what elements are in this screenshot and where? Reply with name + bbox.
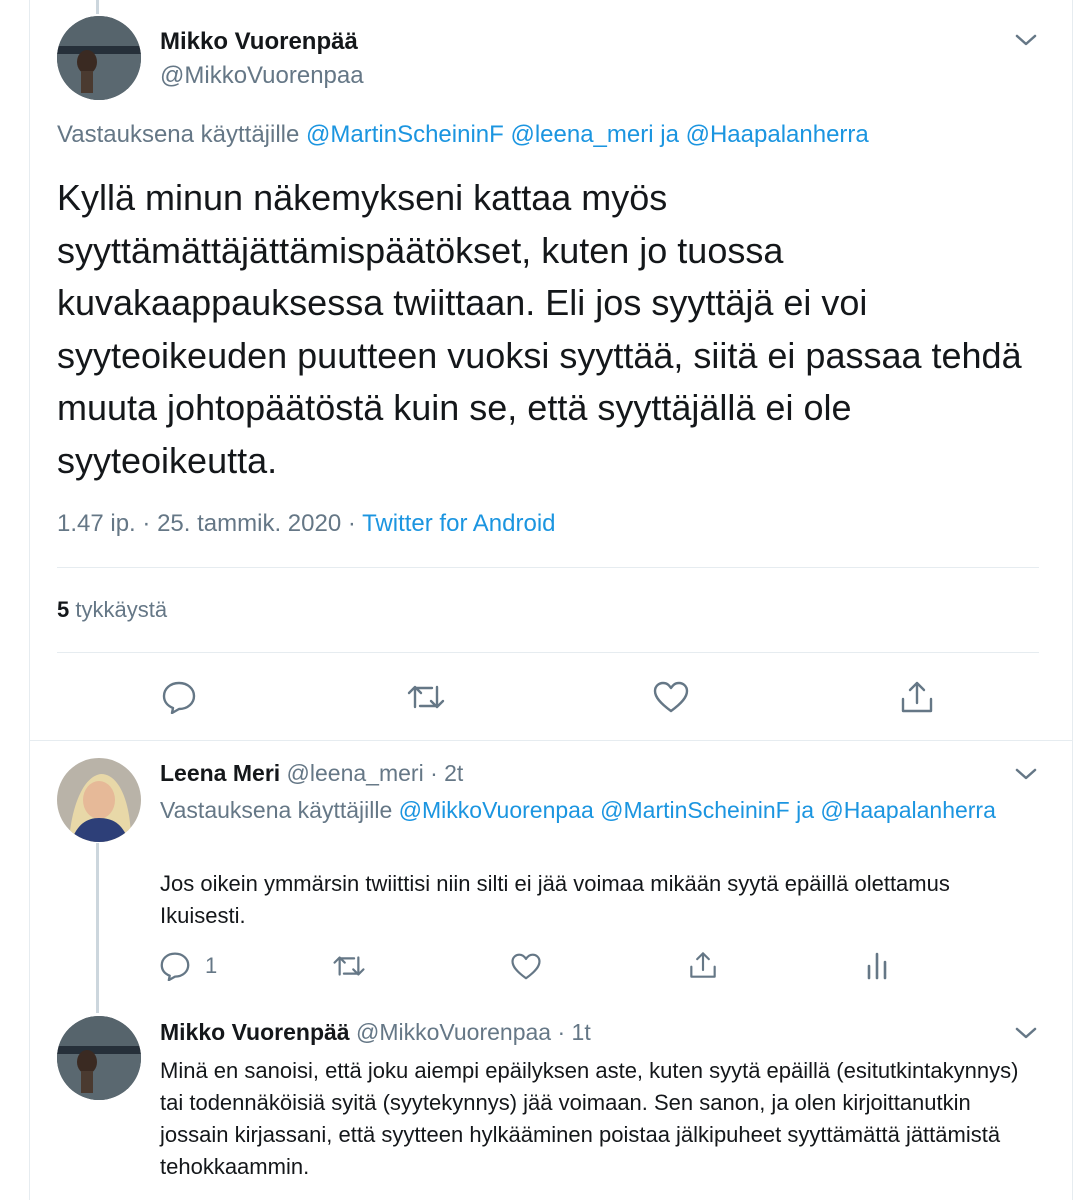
reply-context: Vastauksena käyttäjille @MikkoVuorenpaa … (160, 793, 1020, 828)
avatar[interactable] (57, 1016, 141, 1100)
author-name[interactable]: Mikko Vuorenpää (160, 28, 358, 56)
author-name[interactable]: Leena Meri (160, 760, 280, 786)
chevron-down-icon[interactable] (1013, 1023, 1039, 1043)
mention-link[interactable]: @Haapalanherra (686, 121, 869, 148)
reply-icon[interactable] (159, 951, 191, 981)
mention-link[interactable]: @leena_meri (510, 121, 653, 148)
left-column-border (29, 0, 30, 1200)
mention-link[interactable]: @MartinScheininF (600, 797, 790, 823)
author-name[interactable]: Mikko Vuorenpää (160, 1019, 350, 1045)
reply-prefix: Vastauksena käyttäjille (160, 797, 393, 823)
reply-icon[interactable] (161, 680, 197, 714)
thread-line-top (96, 0, 99, 14)
tweet-meta: 1.47 ip. · 25. tammik. 2020 · Twitter fo… (57, 510, 556, 538)
chevron-down-icon[interactable] (1013, 764, 1039, 784)
like-icon[interactable] (510, 952, 542, 981)
author-handle[interactable]: @leena_meri (287, 760, 424, 786)
share-icon[interactable] (899, 679, 935, 715)
author-handle[interactable]: @MikkoVuorenpaa (356, 1019, 551, 1045)
likes-stat[interactable]: 5 tykkäystä (57, 597, 167, 623)
chevron-down-icon[interactable] (1013, 30, 1039, 50)
tweet-age[interactable]: 2t (444, 760, 463, 786)
likes-label: tykkäystä (75, 597, 168, 622)
divider (29, 740, 1073, 741)
avatar[interactable] (57, 16, 141, 100)
meta-separator: · (347, 510, 356, 537)
avatar[interactable] (57, 758, 141, 842)
divider (57, 652, 1039, 653)
retweet-icon[interactable] (332, 953, 366, 979)
reply-context: Vastauksena käyttäjille @MartinScheininF… (57, 121, 869, 149)
reply-conj: ja (796, 797, 814, 823)
mention-link[interactable]: @MikkoVuorenpaa (399, 797, 594, 823)
divider (57, 567, 1039, 568)
tweet-source[interactable]: Twitter for Android (362, 510, 555, 537)
reply-header: Mikko Vuorenpää @MikkoVuorenpaa · 1t (160, 1019, 591, 1046)
analytics-icon[interactable] (864, 950, 890, 982)
tweet-text: Minä en sanoisi, että joku aiempi epäily… (160, 1058, 1019, 1179)
reply-conj: ja (660, 121, 679, 148)
thread-line (96, 843, 99, 1013)
author-handle[interactable]: @MikkoVuorenpaa (160, 62, 364, 90)
share-icon[interactable] (688, 950, 718, 980)
tweet-text: Kyllä minun näkemykseni kattaa myös syyt… (57, 177, 1022, 481)
reply-prefix: Vastauksena käyttäjille (57, 121, 300, 148)
tweet-text: Jos oikein ymmärsin twiittisi niin silti… (160, 871, 950, 928)
tweet-age[interactable]: 1t (572, 1019, 591, 1045)
meta-separator: · (557, 1019, 566, 1045)
mention-link[interactable]: @MartinScheininF (306, 121, 504, 148)
likes-count: 5 (57, 597, 70, 622)
retweet-icon[interactable] (406, 682, 446, 712)
meta-separator: · (142, 510, 151, 537)
reply-count: 1 (205, 953, 218, 978)
meta-separator: · (430, 760, 438, 786)
tweet-time[interactable]: 1.47 ip. (57, 510, 136, 537)
reply-header: Leena Meri @leena_meri · 2t (160, 760, 463, 787)
like-icon[interactable] (652, 680, 690, 714)
tweet-date[interactable]: 25. tammik. 2020 (157, 510, 341, 537)
mention-link[interactable]: @Haapalanherra (820, 797, 996, 823)
